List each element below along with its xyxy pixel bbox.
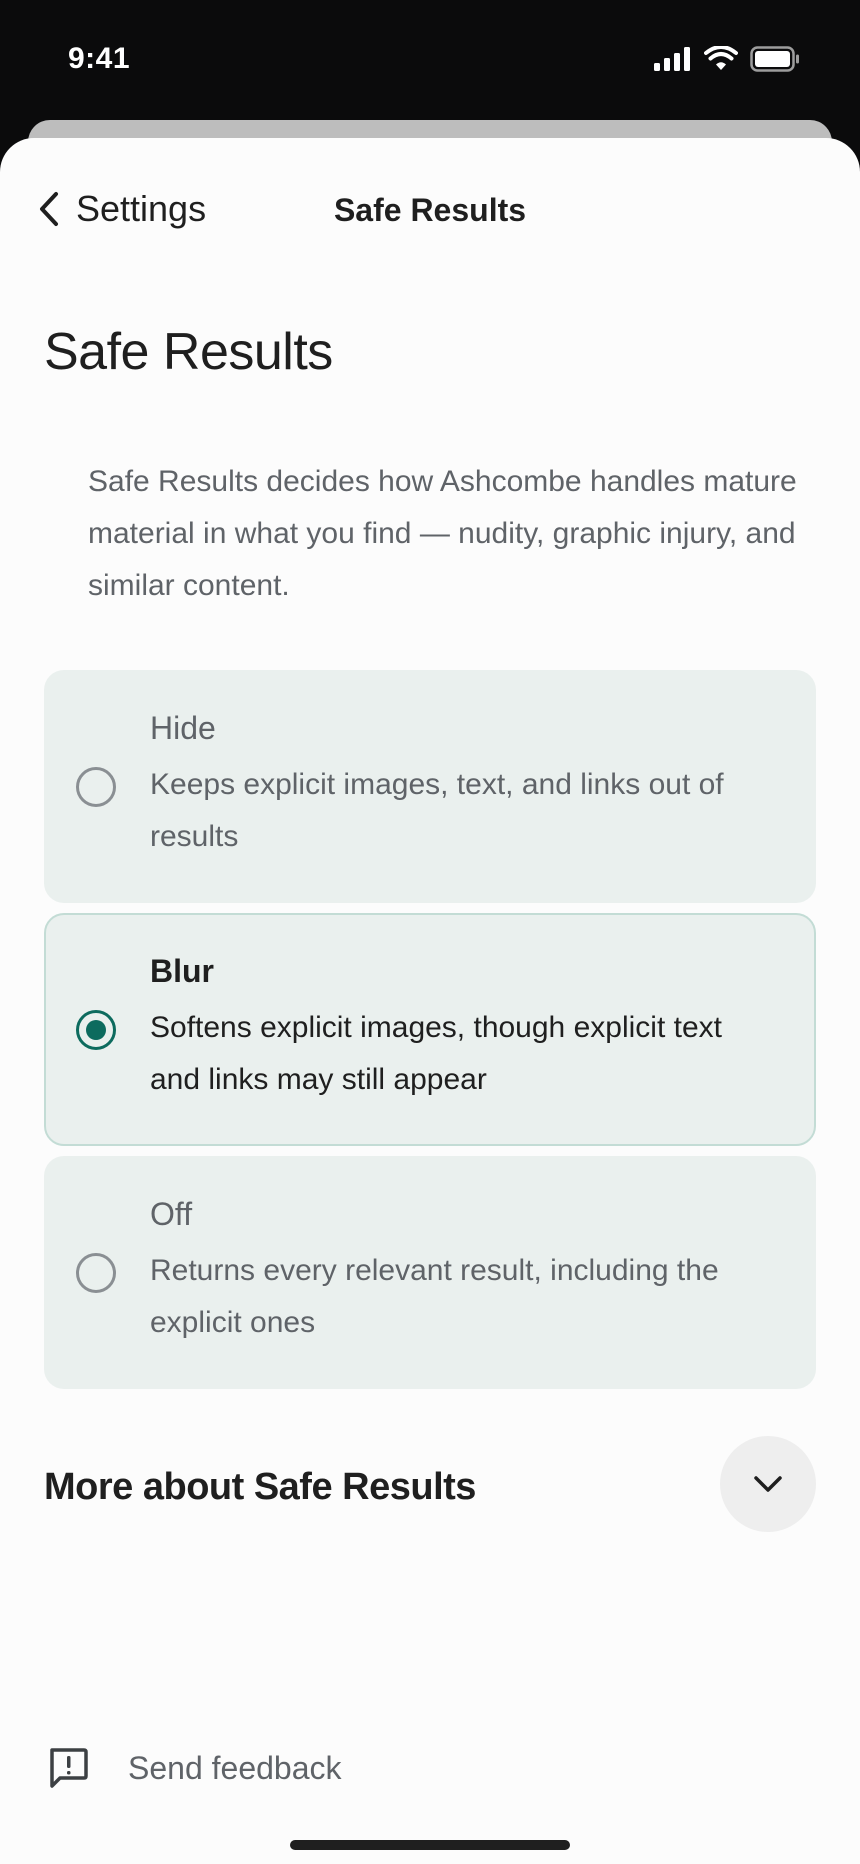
feedback-label: Send feedback (128, 1749, 342, 1786)
radio-button[interactable] (76, 1009, 116, 1050)
send-feedback-button[interactable]: Send feedback (46, 1746, 342, 1790)
status-bar: 9:41 (0, 0, 860, 120)
option-description: Keeps explicit images, text, and links o… (150, 768, 724, 853)
chevron-down-icon (754, 1476, 782, 1492)
page-title: Safe Results (44, 323, 333, 381)
battery-icon (750, 46, 799, 72)
option-description: Softens explicit images, though explicit… (150, 1011, 722, 1096)
safe-results-options: Hide Keeps explicit images, text, and li… (44, 670, 816, 1399)
cellular-signal-icon (654, 47, 690, 71)
radio-button[interactable] (76, 766, 116, 807)
status-time: 9:41 (68, 42, 131, 75)
more-about-title: More about Safe Results (44, 1466, 476, 1508)
expand-button[interactable] (720, 1436, 816, 1532)
option-label: Blur (150, 953, 214, 989)
status-icons (654, 46, 800, 72)
option-label: Hide (150, 710, 216, 746)
nav-title: Safe Results (333, 192, 527, 228)
settings-sheet: Settings Safe Results Safe Results Safe … (0, 138, 860, 1864)
option-description: Returns every relevant result, including… (150, 1254, 719, 1339)
feedback-icon (50, 1748, 88, 1788)
radio-button[interactable] (76, 1252, 116, 1293)
option-hide[interactable]: Hide Keeps explicit images, text, and li… (44, 670, 816, 903)
nav-bar: Settings Safe Results (0, 138, 860, 234)
home-indicator (290, 1840, 570, 1850)
option-label: Off (150, 1196, 193, 1232)
page-description: Safe Results decides how Ashcombe handle… (88, 465, 797, 602)
wifi-icon (704, 46, 738, 70)
more-about-section[interactable]: More about Safe Results (44, 1436, 816, 1536)
option-off[interactable]: Off Returns every relevant result, inclu… (44, 1156, 816, 1389)
option-blur[interactable]: Blur Softens explicit images, though exp… (44, 913, 816, 1146)
